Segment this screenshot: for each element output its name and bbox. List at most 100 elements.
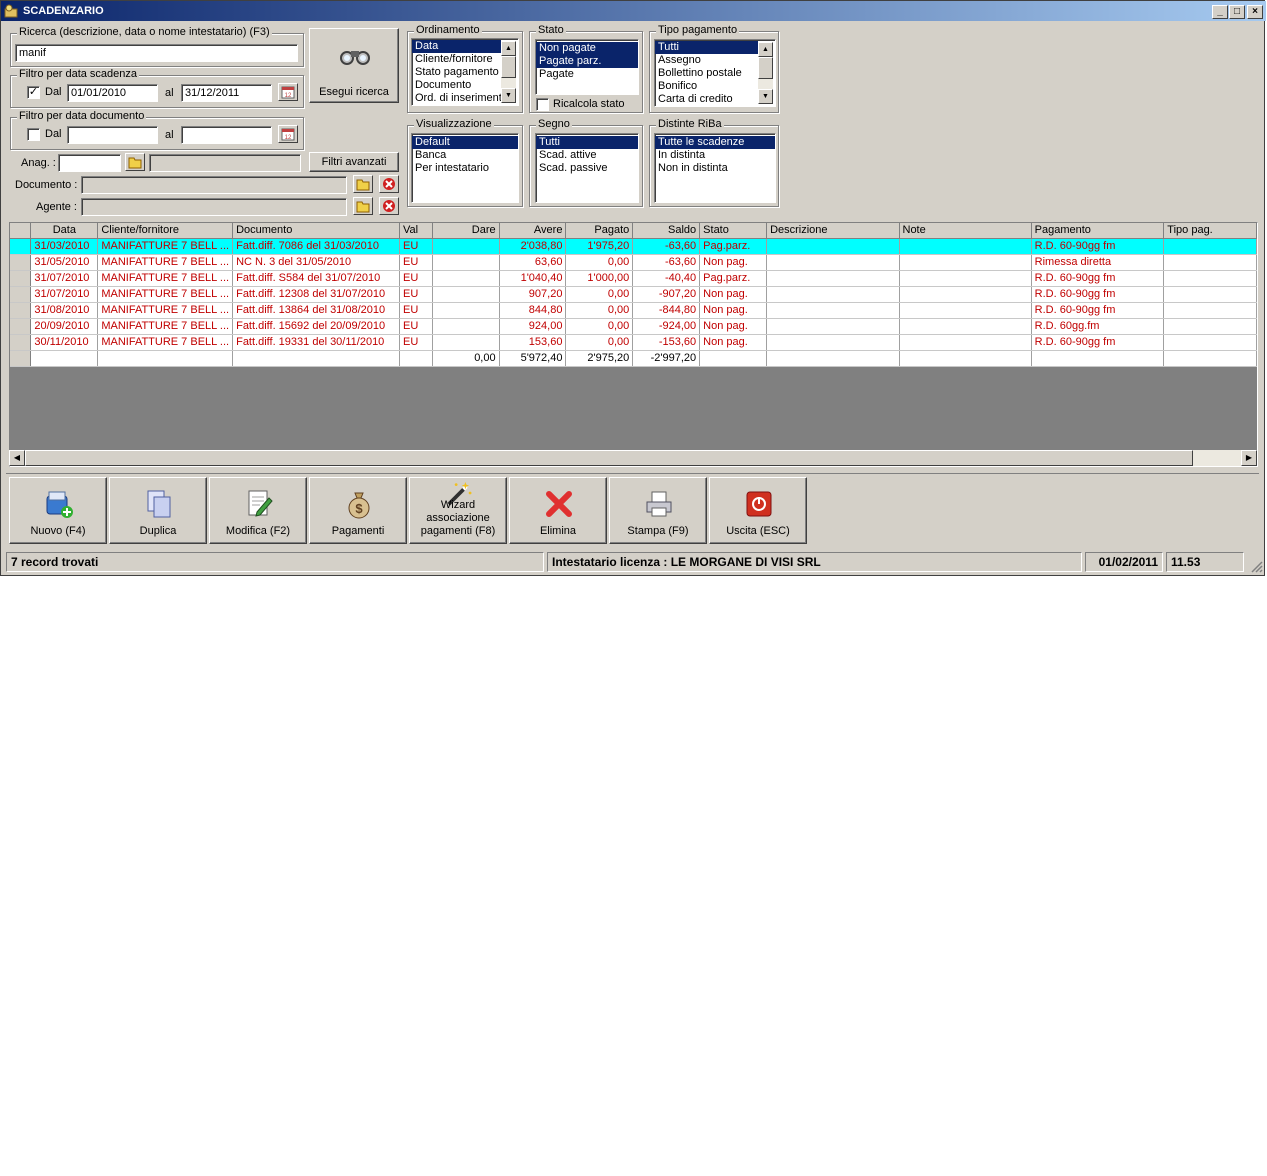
filter-due-checkbox[interactable]: ✓	[27, 86, 40, 99]
table-cell[interactable]: EU	[399, 254, 433, 271]
table-cell[interactable]: MANIFATTURE 7 BELL ...	[97, 302, 234, 319]
table-cell[interactable]: 153,60	[499, 334, 567, 351]
new-button[interactable]: Nuovo (F4)	[9, 477, 107, 544]
scroll-left-icon[interactable]: ◀	[9, 450, 25, 466]
anag-code-input[interactable]	[58, 154, 121, 172]
table-cell[interactable]: 31/03/2010	[30, 238, 99, 255]
scroll-up-icon[interactable]: ▲	[501, 41, 516, 56]
table-cell[interactable]: 1'975,20	[565, 238, 634, 255]
table-cell[interactable]: MANIFATTURE 7 BELL ...	[97, 270, 234, 287]
table-cell[interactable]	[432, 302, 500, 319]
table-cell[interactable]: 30/11/2010	[30, 334, 99, 351]
table-cell[interactable]: 844,80	[499, 302, 567, 319]
table-cell[interactable]	[899, 302, 1032, 319]
table-cell[interactable]: 0,00	[565, 334, 634, 351]
table-cell[interactable]: EU	[399, 334, 433, 351]
payment-type-option[interactable]: Carta di credito	[655, 93, 758, 106]
table-cell[interactable]: -63,60	[632, 254, 701, 271]
table-cell[interactable]	[432, 318, 500, 335]
column-header[interactable]: Stato	[699, 223, 768, 239]
table-cell[interactable]: -63,60	[632, 238, 701, 255]
table-row[interactable]: 31/07/2010 MANIFATTURE 7 BELL ... Fatt.dif…	[10, 270, 1257, 287]
table-cell[interactable]: 63,60	[499, 254, 567, 271]
riba-option[interactable]: In distinta	[655, 149, 775, 162]
resize-grip-icon[interactable]	[1249, 559, 1263, 573]
table-cell[interactable]	[766, 286, 900, 303]
table-cell[interactable]	[432, 238, 500, 255]
sign-option[interactable]: Scad. attive	[536, 149, 638, 162]
column-header[interactable]: Data	[30, 223, 99, 239]
scroll-thumb[interactable]	[25, 450, 1193, 466]
table-row[interactable]: 30/11/2010 MANIFATTURE 7 BELL ... Fatt.dif…	[10, 334, 1257, 351]
table-cell[interactable]: -40,40	[632, 270, 701, 287]
table-cell[interactable]: R.D. 60-90gg fm	[1031, 270, 1165, 287]
row-indicator[interactable]	[10, 270, 32, 287]
minimize-button[interactable]: _	[1212, 5, 1228, 19]
table-cell[interactable]: Pag.parz.	[699, 270, 768, 287]
payment-type-listbox[interactable]: Tutti Assegno Bollettino postale Bonific…	[654, 39, 776, 107]
riba-option[interactable]: Tutte le scadenze	[655, 136, 775, 149]
payment-type-option[interactable]: Bonifico	[655, 80, 758, 93]
column-header[interactable]: Documento	[232, 223, 400, 239]
table-cell[interactable]	[1163, 318, 1257, 335]
sort-scrollbar[interactable]: ▲ ▼	[501, 41, 516, 103]
sign-option[interactable]: Tutti	[536, 136, 638, 149]
table-cell[interactable]: Rimessa diretta	[1031, 254, 1165, 271]
table-cell[interactable]: 0,00	[565, 286, 634, 303]
table-cell[interactable]	[432, 286, 500, 303]
table-cell[interactable]: Fatt.diff. 7086 del 31/03/2010	[232, 238, 400, 255]
table-cell[interactable]: MANIFATTURE 7 BELL ...	[97, 318, 234, 335]
table-cell[interactable]: MANIFATTURE 7 BELL ...	[97, 334, 234, 351]
table-cell[interactable]	[899, 254, 1032, 271]
grid-horizontal-scrollbar[interactable]: ◀ ▶	[9, 450, 1257, 466]
table-cell[interactable]	[766, 302, 900, 319]
scroll-right-icon[interactable]: ▶	[1241, 450, 1257, 466]
table-cell[interactable]	[766, 270, 900, 287]
column-header[interactable]: Saldo	[632, 223, 701, 239]
scroll-thumb[interactable]	[758, 57, 773, 79]
scroll-thumb[interactable]	[501, 56, 516, 78]
maximize-button[interactable]: □	[1229, 5, 1245, 19]
table-cell[interactable]: 1'000,00	[565, 270, 634, 287]
table-cell[interactable]: 0,00	[565, 302, 634, 319]
row-indicator[interactable]	[10, 318, 32, 335]
table-row[interactable]: 31/05/2010 MANIFATTURE 7 BELL ... NC N. 3 …	[10, 254, 1257, 271]
view-option[interactable]: Per intestatario	[412, 162, 518, 175]
table-cell[interactable]	[1163, 302, 1257, 319]
table-cell[interactable]: 31/07/2010	[30, 286, 99, 303]
filter-doc-checkbox[interactable]	[27, 128, 40, 141]
close-button[interactable]: ×	[1247, 5, 1263, 19]
row-indicator[interactable]	[10, 254, 32, 271]
status-option[interactable]: Pagate parz.	[536, 55, 638, 68]
due-dates-grid[interactable]: Data Cliente/fornitore Documento Val Dar…	[9, 222, 1258, 467]
agente-browse-button[interactable]	[353, 197, 373, 215]
column-header[interactable]: Pagato	[565, 223, 634, 239]
table-cell[interactable]: R.D. 60-90gg fm	[1031, 334, 1165, 351]
table-cell[interactable]: Non pag.	[699, 286, 768, 303]
table-cell[interactable]: EU	[399, 270, 433, 287]
table-cell[interactable]	[899, 318, 1032, 335]
documento-clear-button[interactable]	[379, 175, 399, 193]
delete-button[interactable]: Elimina	[509, 477, 607, 544]
riba-option[interactable]: Non in distinta	[655, 162, 775, 175]
payments-button[interactable]: $ Pagamenti	[309, 477, 407, 544]
table-cell[interactable]	[1163, 238, 1257, 255]
table-cell[interactable]: R.D. 60-90gg fm	[1031, 302, 1165, 319]
table-cell[interactable]: 31/07/2010	[30, 270, 99, 287]
table-cell[interactable]: Non pag.	[699, 318, 768, 335]
table-cell[interactable]: Fatt.diff. S584 del 31/07/2010	[232, 270, 400, 287]
advanced-filters-button[interactable]: Filtri avanzati	[309, 152, 399, 172]
status-option[interactable]: Pagate	[536, 68, 638, 81]
edit-button[interactable]: Modifica (F2)	[209, 477, 307, 544]
column-header[interactable]: Avere	[499, 223, 567, 239]
recalc-status-checkbox[interactable]	[536, 98, 549, 111]
table-cell[interactable]: MANIFATTURE 7 BELL ...	[97, 254, 234, 271]
scroll-down-icon[interactable]: ▼	[758, 89, 773, 104]
column-header[interactable]: Descrizione	[766, 223, 900, 239]
table-cell[interactable]: EU	[399, 286, 433, 303]
table-cell[interactable]: -907,20	[632, 286, 701, 303]
table-cell[interactable]: EU	[399, 318, 433, 335]
table-cell[interactable]: Non pag.	[699, 254, 768, 271]
due-calendar-button[interactable]: 12	[278, 83, 298, 101]
column-header[interactable]: Tipo pag.	[1163, 223, 1257, 239]
